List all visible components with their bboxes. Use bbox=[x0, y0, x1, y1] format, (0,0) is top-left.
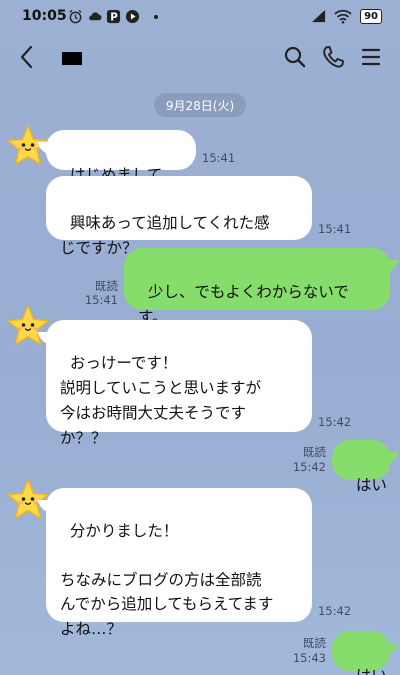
battery-icon: 90 bbox=[360, 9, 382, 24]
incoming-message[interactable]: おっけーです！ 説明していこうと思いますが 今はお時間大丈夫そうです か？？ bbox=[46, 320, 312, 447]
phone-icon[interactable] bbox=[320, 44, 346, 70]
message-time: 15:41 bbox=[84, 293, 118, 307]
outgoing-message[interactable]: はい bbox=[332, 440, 390, 494]
date-chip: 9月28日(火) bbox=[154, 93, 246, 117]
outgoing-message[interactable]: 少し、でもよくわからないで す。 bbox=[124, 248, 390, 326]
status-bar: 10:05 P 90 bbox=[0, 0, 400, 34]
outgoing-message[interactable]: はい bbox=[332, 631, 390, 675]
read-receipt: 既読 bbox=[95, 279, 118, 293]
chat-header bbox=[0, 34, 400, 80]
message-text: はい bbox=[355, 476, 387, 494]
incoming-message[interactable]: はじめまして bbox=[46, 130, 196, 208]
back-icon[interactable] bbox=[14, 42, 40, 72]
message-text: おっけーです！ 説明していこうと思いますが 今はお時間大丈夫そうです か？？ bbox=[60, 354, 262, 447]
status-time: 10:05 bbox=[22, 8, 67, 24]
message-time: 15:42 bbox=[292, 460, 326, 474]
incoming-message[interactable]: 分かりました！ ちなみにブログの方は全部読 んでから追加してもらえてます よね…… bbox=[46, 488, 312, 638]
play-icon bbox=[125, 9, 140, 24]
read-receipt: 既読 bbox=[303, 445, 326, 459]
message-text: 分かりました！ ちなみにブログの方は全部読 んでから追加してもらえてます よね…… bbox=[60, 521, 274, 638]
message-time: 15:41 bbox=[202, 151, 236, 165]
menu-icon[interactable] bbox=[358, 44, 384, 70]
message-time: 15:42 bbox=[318, 415, 352, 429]
read-receipt: 既読 bbox=[303, 636, 326, 650]
wifi-icon bbox=[334, 9, 352, 24]
search-icon[interactable] bbox=[282, 44, 308, 70]
p-badge-icon: P bbox=[106, 9, 121, 24]
message-time: 15:41 bbox=[318, 222, 352, 236]
incoming-message[interactable]: 興味あって追加してくれた感 じですか？ bbox=[46, 176, 312, 257]
signal-icon bbox=[312, 9, 326, 23]
message-text: はい bbox=[356, 667, 387, 675]
message-time: 15:43 bbox=[292, 651, 326, 665]
message-time: 15:42 bbox=[318, 604, 352, 618]
alarm-icon bbox=[69, 9, 82, 24]
dot-icon bbox=[154, 14, 158, 19]
svg-text:P: P bbox=[110, 12, 118, 24]
cloud-icon bbox=[89, 12, 102, 21]
contact-name-redacted bbox=[62, 52, 82, 65]
